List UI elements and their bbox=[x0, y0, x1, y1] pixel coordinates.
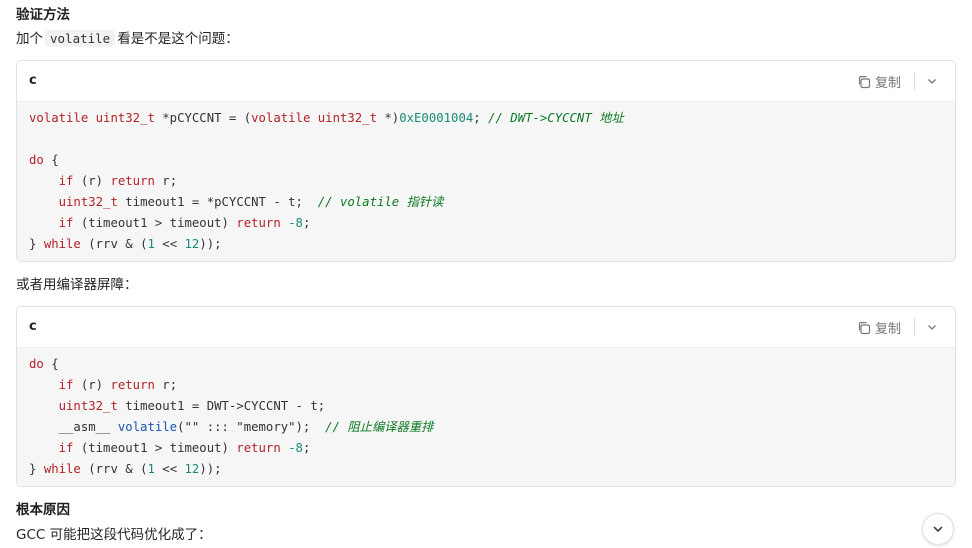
copy-button[interactable]: 复制 bbox=[857, 318, 901, 337]
copy-button[interactable]: 复制 bbox=[857, 72, 901, 91]
code-block-2: c 复制 do { if (r) return r; uint32_t time… bbox=[16, 306, 956, 487]
code-line: do { bbox=[29, 357, 59, 371]
code-line: if (r) return r; bbox=[58, 174, 178, 188]
code-line: uint32_t timeout1 = DWT->CYCCNT - t; bbox=[58, 399, 326, 413]
collapse-button[interactable] bbox=[923, 72, 941, 90]
copy-label: 复制 bbox=[874, 76, 901, 91]
code-language-label: c bbox=[29, 319, 37, 334]
root-cause-text: GCC 可能把这段代码优化成了： bbox=[16, 527, 212, 543]
code-body: do { if (r) return r; uint32_t timeout1 … bbox=[17, 348, 955, 486]
code-block-1: c 复制 volatile uint32_t *pCYCCNT = (volat… bbox=[16, 60, 956, 262]
code-block-header: c 复制 bbox=[17, 307, 955, 348]
header-divider bbox=[914, 318, 915, 336]
code-line: if (timeout1 > timeout) return -8; bbox=[58, 441, 311, 455]
code-body: volatile uint32_t *pCYCCNT = (volatile u… bbox=[17, 102, 955, 261]
code-language-label: c bbox=[29, 73, 37, 88]
section-heading-root-cause: 根本原因 bbox=[16, 502, 70, 518]
code-line: if (r) return r; bbox=[58, 378, 178, 392]
chevron-down-icon bbox=[928, 79, 936, 84]
collapse-button[interactable] bbox=[923, 318, 941, 336]
code-line: } while (rrv & (1 << 12)); bbox=[29, 462, 222, 476]
code-line: if (timeout1 > timeout) return -8; bbox=[58, 216, 311, 230]
copy-icon bbox=[858, 75, 871, 88]
barrier-intro: 或者用编译器屏障： bbox=[16, 277, 138, 293]
verify-intro: 加个 volatile 看是不是这个问题： bbox=[16, 30, 239, 47]
inline-code-volatile: volatile bbox=[45, 30, 116, 47]
copy-icon bbox=[858, 321, 871, 334]
code-line: __asm__ volatile("" ::: "memory"); // 阻止… bbox=[29, 420, 434, 434]
code-block-header: c 复制 bbox=[17, 61, 955, 102]
code-line: volatile uint32_t *pCYCCNT = (volatile u… bbox=[29, 111, 624, 125]
code-line: do { bbox=[29, 153, 59, 167]
code-line: } while (rrv & (1 << 12)); bbox=[29, 237, 222, 251]
copy-label: 复制 bbox=[874, 322, 901, 337]
header-divider bbox=[914, 72, 915, 90]
section-heading-verify: 验证方法 bbox=[16, 7, 70, 23]
chevron-down-icon bbox=[933, 526, 943, 533]
scroll-to-bottom-button[interactable] bbox=[922, 513, 954, 545]
chevron-down-icon bbox=[928, 325, 936, 330]
code-line: uint32_t timeout1 = *pCYCCNT - t; // vol… bbox=[58, 195, 444, 209]
